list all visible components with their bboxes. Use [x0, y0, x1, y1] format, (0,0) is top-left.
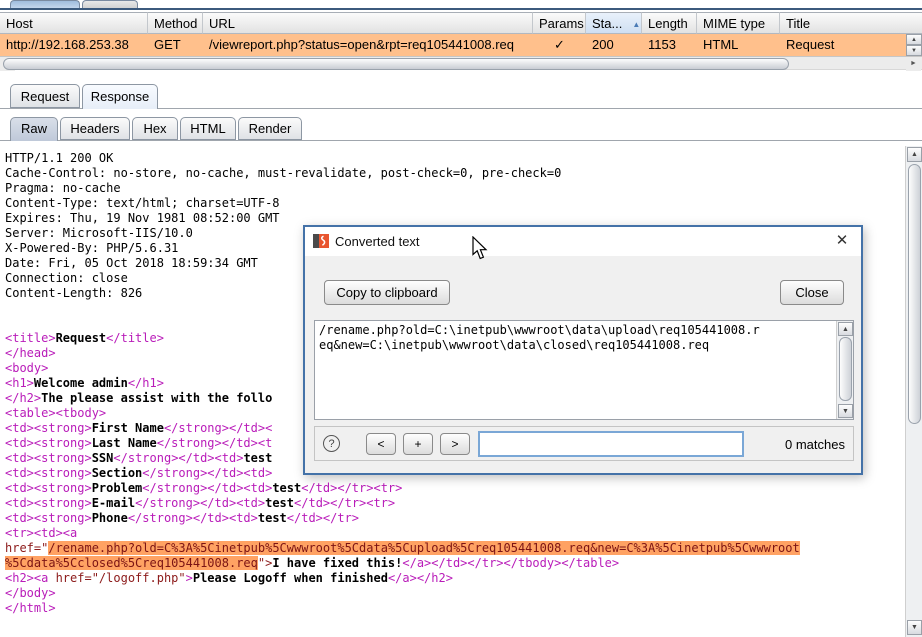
- view-tab-html[interactable]: HTML: [180, 117, 236, 140]
- response-line: %5Cdata%5Cclosed%5Creq105441008.req">I h…: [5, 556, 905, 571]
- dialog-scroll-up-icon[interactable]: ▲: [838, 322, 853, 336]
- row-cell-url[interactable]: /viewreport.php?status=open&rpt=req10544…: [203, 34, 533, 56]
- column-header-url[interactable]: URL: [203, 12, 533, 34]
- http-history-table: Host Method URL Params Sta...▲ Length MI…: [0, 12, 922, 70]
- converted-text-dialog: Converted text ✕ Copy to clipboard Close…: [303, 225, 863, 475]
- response-line: </body>: [5, 586, 905, 601]
- dialog-scroll-down-icon[interactable]: ▼: [838, 404, 853, 418]
- search-input[interactable]: [478, 431, 744, 457]
- view-tab-hex[interactable]: Hex: [132, 117, 178, 140]
- view-tab-render[interactable]: Render: [238, 117, 302, 140]
- column-header-length[interactable]: Length: [642, 12, 697, 34]
- dialog-title-bar[interactable]: Converted text ✕: [305, 227, 861, 256]
- tab-response[interactable]: Response: [82, 84, 158, 109]
- column-header-mime-type[interactable]: MIME type: [697, 12, 780, 34]
- dialog-title: Converted text: [335, 234, 420, 249]
- converted-text-line: /rename.php?old=C:\inetpub\wwwroot\data\…: [319, 323, 853, 338]
- response-line: Pragma: no-cache: [5, 181, 905, 196]
- row-cell-length[interactable]: 1153: [642, 34, 697, 56]
- table-scroll-down-icon[interactable]: ▼: [906, 45, 922, 56]
- view-tab-headers[interactable]: Headers: [60, 117, 130, 140]
- response-line: <h2><a href="/logoff.php">Please Logoff …: [5, 571, 905, 586]
- dialog-scroll-thumb[interactable]: [839, 337, 852, 401]
- response-line: Content-Type: text/html; charset=UTF-8: [5, 196, 905, 211]
- row-cell-status[interactable]: 200: [586, 34, 642, 56]
- response-line: <tr><td><a: [5, 526, 905, 541]
- row-cell-mime-type[interactable]: HTML: [697, 34, 780, 56]
- close-button[interactable]: Close: [780, 280, 844, 305]
- converted-text-area[interactable]: /rename.php?old=C:\inetpub\wwwroot\data\…: [314, 320, 854, 420]
- column-header-params[interactable]: Params: [533, 12, 586, 34]
- row-cell-host[interactable]: http://192.168.253.38: [0, 34, 148, 56]
- horizontal-scroll-thumb[interactable]: [3, 58, 789, 70]
- search-next-button[interactable]: >: [440, 433, 470, 455]
- response-line: href="/rename.php?old=C%3A%5Cinetpub%5Cw…: [5, 541, 905, 556]
- copy-to-clipboard-button[interactable]: Copy to clipboard: [324, 280, 450, 305]
- search-add-button[interactable]: +: [403, 433, 433, 455]
- dialog-text-scrollbar[interactable]: ▲ ▼: [836, 321, 853, 419]
- help-icon[interactable]: ?: [323, 435, 340, 452]
- column-header-status[interactable]: Sta...▲: [586, 12, 642, 34]
- dialog-search-bar: ? < + > 0 matches: [314, 426, 854, 461]
- response-line: </html>: [5, 601, 905, 616]
- response-scroll-up-icon[interactable]: ▲: [907, 147, 922, 162]
- row-cell-title[interactable]: Request: [780, 34, 906, 56]
- top-tab-partial-selected[interactable]: [10, 0, 80, 8]
- response-scroll-thumb[interactable]: [908, 164, 921, 424]
- scroll-right-icon[interactable]: ►: [906, 57, 921, 71]
- response-line: <td><strong>E-mail</strong></td><td>test…: [5, 496, 905, 511]
- search-previous-button[interactable]: <: [366, 433, 396, 455]
- response-line: Cache-Control: no-store, no-cache, must-…: [5, 166, 905, 181]
- response-vertical-scrollbar[interactable]: ▲ ▼: [905, 146, 922, 637]
- burp-app-icon: [313, 233, 329, 249]
- view-tab-raw[interactable]: Raw: [10, 117, 58, 141]
- top-tab-partial[interactable]: [82, 0, 138, 8]
- table-scroll-up-icon[interactable]: ▲: [906, 34, 922, 45]
- response-line: HTTP/1.1 200 OK: [5, 151, 905, 166]
- column-header-title[interactable]: Title: [780, 12, 922, 34]
- burp-suite-window: Host Method URL Params Sta...▲ Length MI…: [0, 0, 922, 637]
- match-count-label: 0 matches: [785, 437, 845, 452]
- row-cell-method[interactable]: GET: [148, 34, 203, 56]
- response-line: <td><strong>Problem</strong></td><td>tes…: [5, 481, 905, 496]
- sort-ascending-icon: ▲: [632, 20, 640, 29]
- response-line: <td><strong>Phone</strong></td><td>test<…: [5, 511, 905, 526]
- response-line: Expires: Thu, 19 Nov 1981 08:52:00 GMT: [5, 211, 905, 226]
- table-horizontal-scrollbar[interactable]: ◄ ►: [0, 56, 922, 70]
- column-header-host[interactable]: Host: [0, 12, 148, 34]
- view-tabs-divider: [0, 140, 922, 141]
- row-cell-params-check-icon[interactable]: ✓: [533, 34, 586, 56]
- column-header-method[interactable]: Method: [148, 12, 203, 34]
- top-tab-divider: [0, 8, 922, 10]
- response-scroll-down-icon[interactable]: ▼: [907, 620, 922, 635]
- tab-request[interactable]: Request: [10, 84, 80, 108]
- dialog-close-icon[interactable]: ✕: [833, 232, 851, 250]
- converted-text-line: eq&new=C:\inetpub\wwwroot\data\closed\re…: [319, 338, 853, 353]
